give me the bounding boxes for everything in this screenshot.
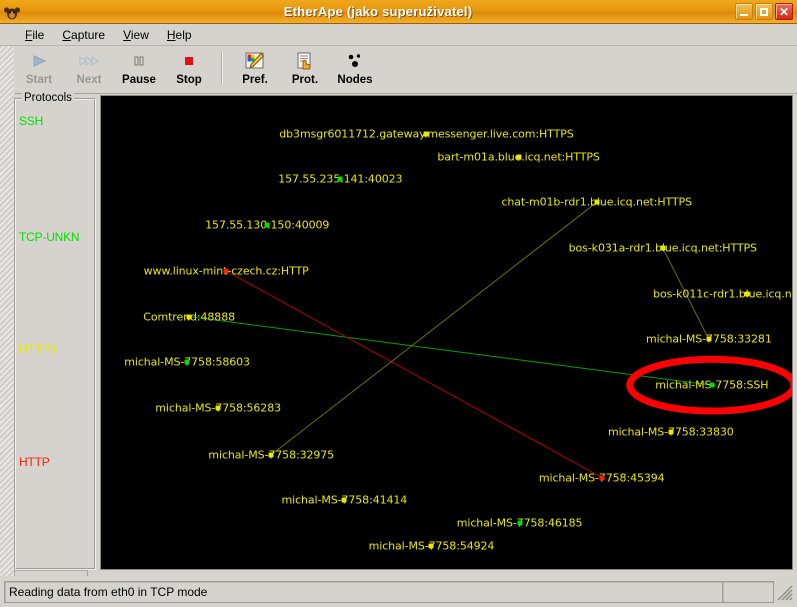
node-dot-linux-mint[interactable]: [223, 268, 229, 274]
node-dot-ms-33830[interactable]: [668, 429, 674, 435]
node-dot-ms-ssh[interactable]: [709, 382, 715, 388]
status-message: Reading data from eth0 in TCP mode: [4, 581, 722, 603]
protocols-panel: Protocols SSH TCP-UNKN HTTPS HTTP: [14, 92, 96, 570]
nodes-icon: [346, 51, 364, 71]
node-dot-ms-54924[interactable]: [428, 543, 434, 549]
menu-bar: File Capture View Help: [0, 24, 797, 46]
status-secondary-panel: [722, 581, 774, 603]
toolbar-separator: [221, 52, 223, 84]
node-dot-bos-k031a[interactable]: [660, 245, 666, 251]
title-bar[interactable]: EtherApe (jako superuživatel) ✕: [0, 0, 797, 24]
node-dot-comtrend[interactable]: [186, 314, 192, 320]
close-button[interactable]: ✕: [775, 3, 793, 20]
node-dot-ms-45394[interactable]: [599, 475, 605, 481]
node-dot-ms-56283[interactable]: [215, 405, 221, 411]
preferences-icon: [245, 51, 265, 71]
next-button[interactable]: Next: [64, 46, 114, 92]
protocol-item-tcp-unkn[interactable]: TCP-UNKN: [19, 230, 80, 244]
node-dot-db3msgr[interactable]: [423, 131, 429, 137]
network-canvas[interactable]: db3msgr6011712.gateway.messenger.live.co…: [100, 95, 793, 570]
main-content: Protocols SSHTCP-UNKNHTTPSHTTP db3msgr60…: [0, 92, 797, 576]
menu-help[interactable]: Help: [158, 26, 201, 44]
etherape-ape-icon: [3, 3, 21, 21]
nodes-button-label: Nodes: [337, 74, 373, 86]
maximize-button[interactable]: [755, 3, 773, 20]
menu-capture[interactable]: Capture: [53, 26, 114, 44]
pause-button-label: Pause: [122, 74, 156, 86]
link-chat-m01b-to-ms-32975: [270, 201, 598, 456]
node-dot-ip-157-55-130[interactable]: [264, 222, 270, 228]
play-icon: [31, 51, 47, 71]
next-button-label: Next: [76, 74, 102, 86]
preferences-button-label: Pref.: [242, 74, 268, 86]
resize-grip-icon[interactable]: [775, 581, 793, 603]
protocols-button-label: Prot.: [291, 74, 319, 86]
node-dot-bos-k011c[interactable]: [744, 291, 750, 297]
stop-button-label: Stop: [176, 74, 202, 86]
start-button-label: Start: [25, 74, 53, 86]
protocol-item-http[interactable]: HTTP: [19, 455, 50, 469]
etherape-window: EtherApe (jako superuživatel) ✕ File Cap…: [0, 0, 797, 607]
preferences-button[interactable]: Pref.: [230, 46, 280, 92]
node-dot-ip-157-55-235[interactable]: [337, 176, 343, 182]
window-buttons: ✕: [735, 3, 793, 20]
menu-view[interactable]: View: [114, 26, 158, 44]
status-bar: Reading data from eth0 in TCP mode: [0, 576, 797, 607]
minimize-button[interactable]: [735, 3, 753, 20]
node-dot-ms-46185[interactable]: [517, 520, 523, 526]
node-dot-chat-m01b[interactable]: [594, 199, 600, 205]
protocol-item-https[interactable]: HTTPS: [19, 342, 58, 356]
protocols-icon: [295, 51, 315, 71]
pause-icon: [132, 51, 146, 71]
menu-file[interactable]: File: [16, 26, 53, 44]
window-title: EtherApe (jako superuživatel): [283, 4, 473, 19]
node-label-bos-k011c[interactable]: bos-k011c-rdr1.blue.icq.net:HTTPS: [653, 287, 792, 300]
start-button[interactable]: Start: [14, 46, 64, 92]
window-left-edge: [0, 46, 14, 576]
node-dot-bart-m01a[interactable]: [516, 154, 522, 160]
node-dot-ms-33281[interactable]: [706, 336, 712, 342]
node-dot-ms-58603[interactable]: [184, 359, 190, 365]
node-dot-ms-41414[interactable]: [341, 497, 347, 503]
node-dot-ms-32975[interactable]: [268, 452, 274, 458]
toolbar: Start Next Pause Stop Pref. Prot. Nodes: [0, 46, 797, 94]
nodes-button[interactable]: Nodes: [330, 46, 380, 92]
next-icon: [79, 51, 99, 71]
protocols-button[interactable]: Prot.: [280, 46, 330, 92]
stop-icon: [182, 51, 196, 71]
protocols-list: SSH TCP-UNKN HTTPS HTTP: [16, 100, 94, 568]
pause-button[interactable]: Pause: [114, 46, 164, 92]
stop-button[interactable]: Stop: [164, 46, 214, 92]
protocol-item-ssh[interactable]: SSH: [19, 114, 43, 128]
